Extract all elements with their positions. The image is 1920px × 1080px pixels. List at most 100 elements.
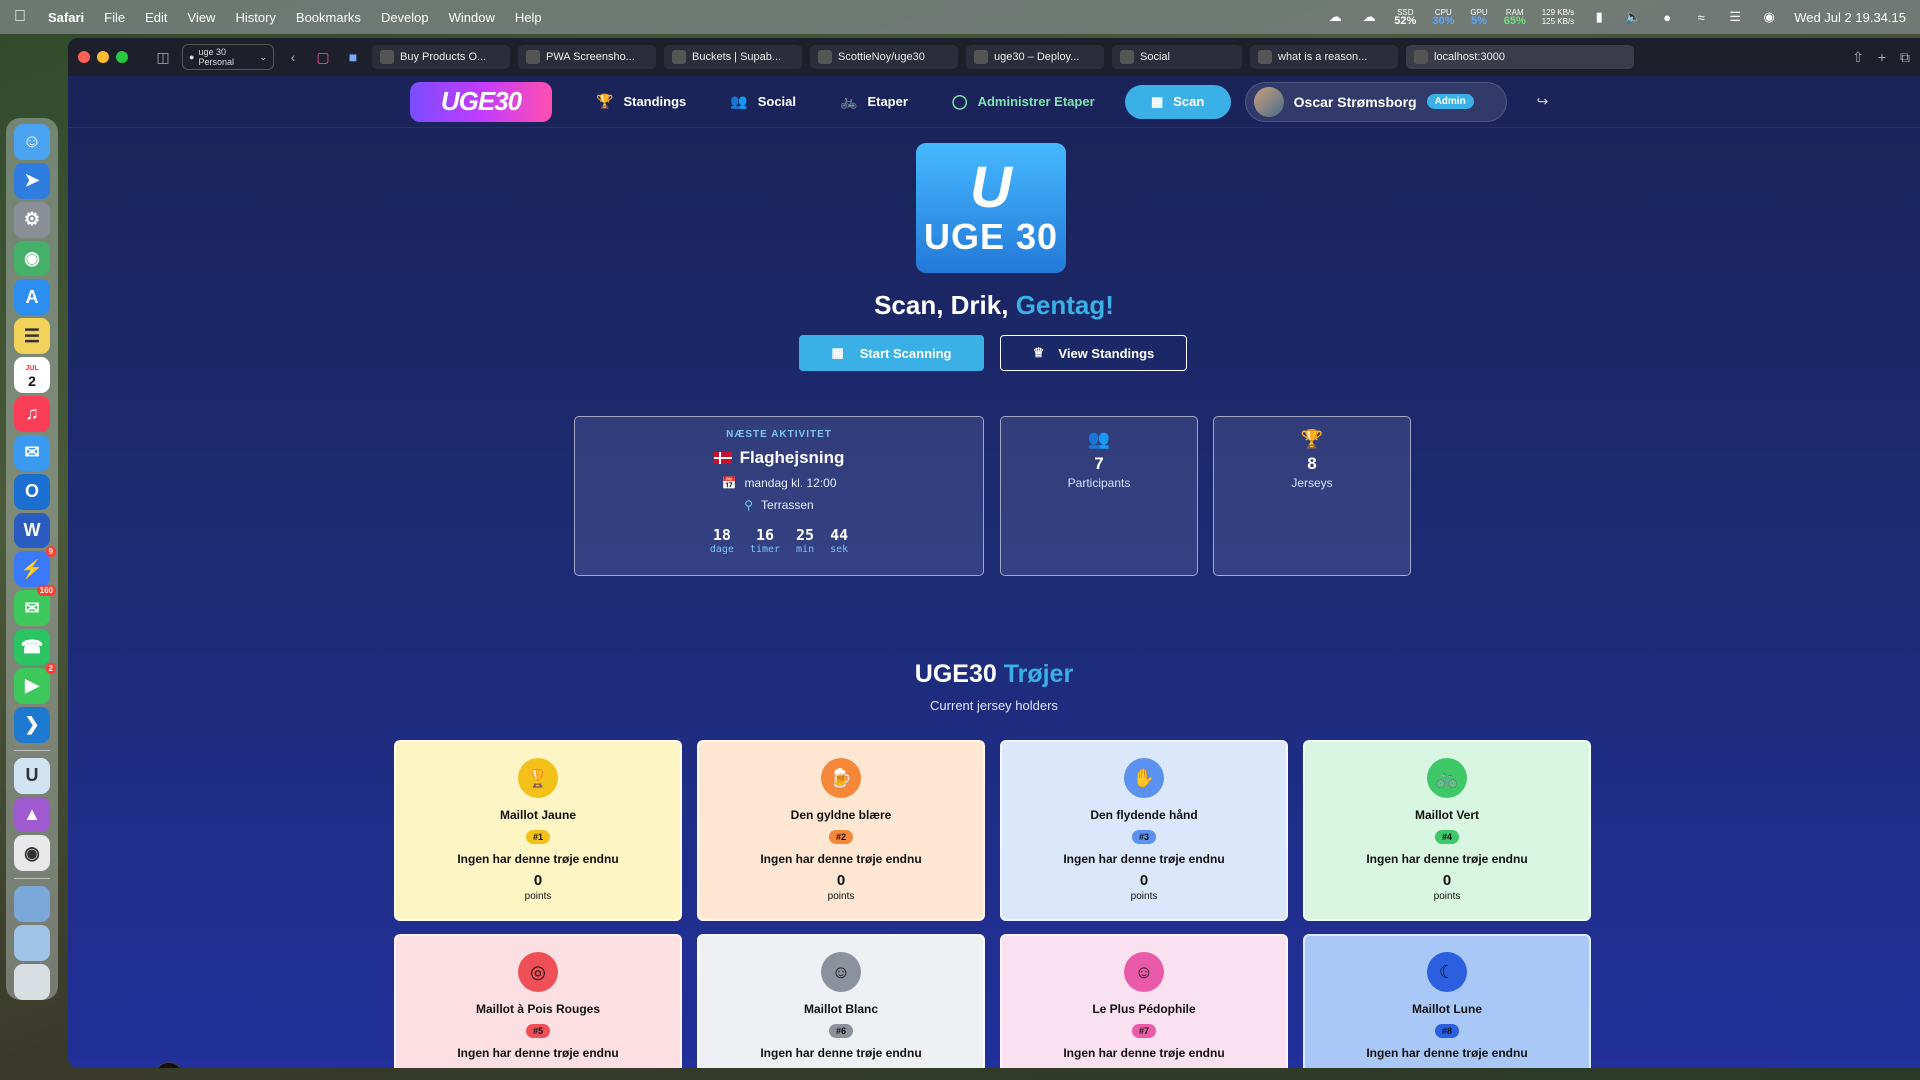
nav-etaper[interactable]: 🚲 Etaper	[840, 93, 908, 110]
jersey-name: Den flydende hånd	[1090, 808, 1198, 822]
view-standings-button[interactable]: ♕ View Standings	[1000, 335, 1187, 371]
control-center-icon[interactable]: ☰	[1726, 9, 1744, 24]
tab-title: Buy Products O...	[400, 51, 487, 63]
menu-edit[interactable]: Edit	[145, 10, 167, 25]
jersey-card[interactable]: ☺ Maillot Blanc #6 Ingen har denne trøje en…	[697, 934, 985, 1068]
apple-menu-icon[interactable]: 	[14, 8, 26, 26]
dock-system-settings-icon[interactable]: ⚙	[14, 201, 50, 238]
dock-affinity-icon[interactable]: ▲	[14, 796, 50, 833]
jersey-holder-status: Ingen har denne trøje endnu	[1063, 1046, 1225, 1060]
browser-tab[interactable]: uge30 – Deploy...	[966, 45, 1104, 69]
battery-icon[interactable]: ▮	[1590, 9, 1608, 24]
browser-tab[interactable]: PWA Screensho...	[518, 45, 656, 69]
browser-tab[interactable]: localhost:3000	[1406, 45, 1634, 69]
ssd-stat[interactable]: SSD 52%	[1394, 8, 1416, 27]
nav-standings-label: Standings	[623, 94, 687, 109]
jersey-card[interactable]: 🍺 Den gyldne blære #2 Ingen har denne trøje…	[697, 740, 985, 921]
dock-mail-icon[interactable]: ✉	[14, 434, 50, 471]
zoom-window-button[interactable]	[116, 51, 128, 63]
nav-administrer-etaper[interactable]: ◯ Administrer Etaper	[952, 93, 1095, 110]
dock-messenger-icon[interactable]: ⚡ 9	[14, 546, 56, 588]
wifi-icon[interactable]: ≈	[1692, 10, 1710, 25]
minimize-window-button[interactable]	[97, 51, 109, 63]
ram-stat[interactable]: RAM 65%	[1504, 8, 1526, 27]
dock-word-icon[interactable]: W	[14, 512, 50, 549]
extension-icon[interactable]: ■	[342, 49, 364, 65]
user-switch-icon[interactable]: ●	[1658, 10, 1676, 25]
nav-standings[interactable]: 🏆 Standings	[596, 93, 686, 110]
dock-notes-icon[interactable]: ☰	[14, 318, 50, 355]
menu-develop[interactable]: Develop	[381, 10, 429, 25]
close-window-button[interactable]	[78, 51, 90, 63]
browser-tab[interactable]: what is a reason...	[1250, 45, 1398, 69]
jersey-card[interactable]: ✋ Den flydende hånd #3 Ingen har denne trøj…	[1000, 740, 1288, 921]
jersey-card[interactable]: 🏆 Maillot Jaune #1 Ingen har denne trøje en…	[394, 740, 682, 921]
dock-messages-icon[interactable]: ✉ 160	[14, 585, 56, 627]
hero-logo-text: UGE 30	[923, 216, 1059, 257]
participants-card[interactable]: 👥 7 Participants	[1000, 416, 1198, 576]
countdown-days: 18 dage	[710, 526, 734, 555]
user-menu[interactable]: Oscar Strømsborg Admin	[1244, 81, 1507, 122]
cloud-icon[interactable]: ☁	[1360, 9, 1378, 24]
share-icon[interactable]: ⇧	[1852, 49, 1864, 66]
dock-sauce-icon[interactable]	[14, 925, 50, 962]
back-icon[interactable]: ‹	[282, 49, 304, 65]
messenger-badge: 9	[45, 546, 56, 558]
uge30-logo[interactable]: UGE30	[410, 81, 552, 122]
hero-logo: U UGE 30	[916, 143, 1066, 273]
macos-menubar:  Safari File Edit View History Bookmark…	[0, 0, 1920, 34]
role-badge: Admin	[1426, 94, 1474, 109]
countdown-hours-unit: timer	[749, 544, 781, 555]
calendar-icon: 📅	[721, 476, 737, 490]
bookmark-icon[interactable]: ▢	[312, 49, 334, 66]
dock-safari-icon[interactable]: ➤	[14, 162, 50, 199]
headline-accent: Gentag!	[1015, 290, 1114, 320]
nav-social[interactable]: 👥 Social	[730, 93, 796, 110]
dock-whatsapp-icon[interactable]: ☎	[14, 629, 50, 666]
jersey-card[interactable]: 🚲 Maillot Vert #4 Ingen har denne trøje end…	[1303, 740, 1591, 921]
trophy-icon: 🏆	[518, 758, 558, 798]
dock-vscode-icon[interactable]: ❯	[14, 706, 50, 743]
sidebar-toggle-icon[interactable]: ◫	[152, 49, 174, 66]
menu-bookmarks[interactable]: Bookmarks	[296, 10, 361, 25]
cpu-stat[interactable]: CPU 30%	[1432, 8, 1454, 27]
profile-selector[interactable]: ● uge 30 Personal ⌄	[182, 44, 274, 70]
jersey-card[interactable]: ☺ Le Plus Pédophile #7 Ingen har denne trøj…	[1000, 934, 1288, 1068]
new-tab-icon[interactable]: +	[1878, 49, 1886, 66]
menu-help[interactable]: Help	[515, 10, 542, 25]
dock-calendar-icon[interactable]: JUL 2	[14, 357, 50, 394]
browser-tab[interactable]: Buy Products O...	[372, 45, 510, 69]
start-scanning-button[interactable]: ▦ Start Scanning	[799, 335, 984, 371]
logout-icon[interactable]: ↪	[1537, 93, 1549, 110]
trash-icon[interactable]	[14, 964, 50, 1000]
browser-tab[interactable]: Social	[1112, 45, 1242, 69]
jerseys-card[interactable]: 🏆 8 Jerseys	[1213, 416, 1411, 576]
dock-chrome-icon[interactable]: ◉	[14, 835, 50, 872]
dock-finder-icon[interactable]: ☺	[14, 124, 50, 160]
tab-overview-icon[interactable]: ⧉	[1900, 49, 1910, 66]
dock-music-icon[interactable]: ♫	[14, 396, 50, 432]
dock-uge30-pwa-icon[interactable]: U	[14, 757, 50, 794]
dock-app-store-icon[interactable]: A	[14, 279, 50, 316]
menu-file[interactable]: File	[104, 10, 125, 25]
menu-window[interactable]: Window	[449, 10, 495, 25]
menubar-clock[interactable]: Wed Jul 2 19.34.15	[1794, 10, 1906, 25]
siri-icon[interactable]: ◉	[1760, 9, 1778, 24]
menu-view[interactable]: View	[188, 10, 216, 25]
scan-button[interactable]: ▦ Scan	[1124, 84, 1231, 119]
dock-facetime-icon[interactable]: ▶ 2	[14, 663, 56, 704]
browser-tab[interactable]: ScottieNoy/uge30	[810, 45, 958, 69]
network-stat[interactable]: 129 KB/s 125 KB/s	[1542, 8, 1574, 26]
browser-tab[interactable]: Buckets | Supab...	[664, 45, 802, 69]
dock-folder-icon[interactable]	[14, 886, 50, 923]
jersey-card[interactable]: ◎ Maillot à Pois Rouges #5 Ingen har denne …	[394, 934, 682, 1068]
elephant-icon[interactable]: ☁	[1326, 9, 1344, 24]
menu-app-name[interactable]: Safari	[48, 10, 84, 25]
jersey-card[interactable]: ☾ Maillot Lune #8 Ingen har denne trøje end…	[1303, 934, 1591, 1068]
menu-history[interactable]: History	[235, 10, 275, 25]
nextjs-dev-indicator[interactable]: N	[154, 1062, 184, 1068]
dock-find-my-icon[interactable]: ◉	[14, 240, 50, 277]
volume-icon[interactable]: 🔈	[1624, 9, 1642, 24]
dock-outlook-icon[interactable]: O	[14, 473, 50, 510]
gpu-stat[interactable]: GPU 5%	[1470, 8, 1487, 27]
